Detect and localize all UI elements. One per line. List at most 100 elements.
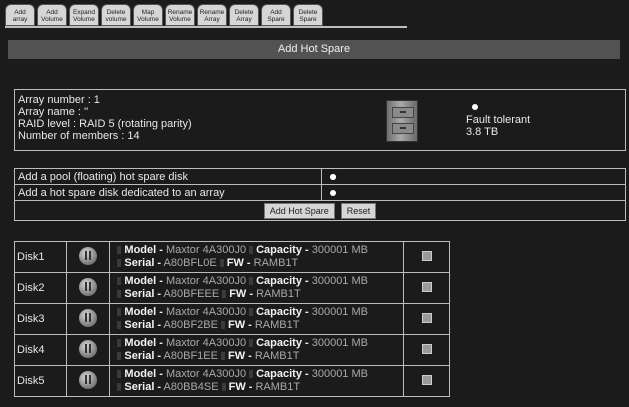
- disk-name: Disk4: [13, 334, 68, 366]
- fw-label: FW -: [227, 350, 252, 362]
- table-row: Disk3 Model - Maxtor 4A300J0 Capacity - 30…: [13, 303, 450, 335]
- disk-firmware: RAMB1T: [254, 319, 300, 331]
- dedicated-spare-label: Add a hot spare disk dedicated to an arr…: [14, 184, 322, 201]
- disk-firmware: RAMB1T: [253, 257, 299, 269]
- serial-label: Serial -: [124, 288, 162, 300]
- disk-capacity: 300001 MB: [311, 275, 368, 287]
- disk-serial: A80BFEEE: [163, 288, 220, 300]
- model-label: Model -: [124, 306, 163, 318]
- model-label: Model -: [124, 368, 163, 380]
- number-of-members: Number of members : 14: [18, 130, 140, 142]
- disk-serial: A80BFL0E: [163, 257, 217, 269]
- toolbar-tabs: Add array Add Volume Expand Volume Delet…: [5, 4, 325, 28]
- capacity-label: Capacity -: [256, 337, 309, 349]
- fw-label: FW -: [228, 381, 253, 393]
- pool-spare-radio-cell: [321, 168, 626, 185]
- disk-name: Disk5: [13, 365, 68, 397]
- cabinet-drawer: [392, 107, 414, 118]
- array-size: 3.8 TB: [466, 126, 499, 138]
- pool-spare-radio[interactable]: [330, 173, 336, 180]
- page-title: Add Hot Spare: [8, 40, 620, 59]
- serial-label: Serial -: [124, 319, 162, 331]
- disk-icon-cell: [66, 241, 111, 273]
- array-status-label: Fault tolerant: [466, 114, 531, 126]
- disk-info: Model - Maxtor 4A300J0 Capacity - 300001 …: [109, 303, 405, 335]
- tab-delete-spare[interactable]: Delete Spare: [293, 4, 323, 26]
- disk-name: Disk2: [13, 272, 68, 304]
- disk-model: Maxtor 4A300J0: [165, 306, 247, 318]
- capacity-label: Capacity -: [256, 368, 309, 380]
- tab-rename-volume[interactable]: Rename Volume: [165, 4, 195, 26]
- tab-add-volume[interactable]: Add Volume: [37, 4, 67, 26]
- disk-icon-cell: [66, 365, 111, 397]
- pool-spare-label: Add a pool (floating) hot spare disk: [14, 168, 322, 185]
- disk-model: Maxtor 4A300J0: [165, 368, 247, 380]
- serial-label: Serial -: [124, 350, 162, 362]
- dedicated-spare-radio[interactable]: [330, 189, 336, 196]
- disk-checkbox[interactable]: [421, 374, 432, 385]
- disk-select-cell: [403, 334, 450, 366]
- disk-firmware: RAMB1T: [256, 288, 301, 300]
- disk-capacity: 300001 MB: [311, 306, 368, 318]
- model-label: Model -: [124, 244, 163, 256]
- array-info-panel: Array number : 1 Array name : '' RAID le…: [14, 89, 626, 151]
- table-row: Disk5 Model - Maxtor 4A300J0 Capacity - 30…: [13, 365, 450, 397]
- capacity-label: Capacity -: [256, 244, 309, 256]
- disk-select-cell: [403, 272, 450, 304]
- hard-disk-icon: [79, 246, 98, 265]
- add-hot-spare-button[interactable]: Add Hot Spare: [263, 202, 335, 219]
- disk-info: Model - Maxtor 4A300J0 Capacity - 300001 …: [109, 272, 405, 304]
- disk-firmware: RAMB1T: [255, 381, 301, 393]
- disk-info: Model - Maxtor 4A300J0 Capacity - 300001 …: [109, 241, 405, 273]
- serial-label: Serial -: [124, 381, 162, 393]
- hard-disk-icon: [79, 277, 98, 296]
- cabinet-drawer: [392, 123, 414, 134]
- disk-checkbox[interactable]: [421, 250, 432, 261]
- disk-name: Disk1: [13, 241, 68, 273]
- tab-add-spare[interactable]: Add Spare: [261, 4, 291, 26]
- serial-label: Serial -: [124, 257, 162, 269]
- file-cabinet-icon: [386, 100, 418, 142]
- disk-model: Maxtor 4A300J0: [165, 337, 247, 349]
- tab-delete-volume[interactable]: Delete volume: [101, 4, 131, 26]
- disk-checkbox[interactable]: [421, 281, 432, 292]
- disk-icon-cell: [66, 303, 111, 335]
- disk-capacity: 300001 MB: [311, 337, 368, 349]
- disk-info: Model - Maxtor 4A300J0 Capacity - 300001 …: [109, 365, 405, 397]
- dedicated-spare-radio-cell: [321, 184, 626, 201]
- capacity-label: Capacity -: [256, 275, 309, 287]
- disk-checkbox[interactable]: [421, 343, 432, 354]
- tab-expand-volume[interactable]: Expand Volume: [69, 4, 99, 26]
- array-number: Array number : 1: [18, 94, 100, 106]
- tab-add-array[interactable]: Add array: [5, 4, 35, 26]
- raid-level: RAID level : RAID 5 (rotating parity): [18, 118, 192, 130]
- disk-firmware: RAMB1T: [254, 350, 300, 362]
- disk-capacity: 300001 MB: [311, 244, 368, 256]
- array-details: Array number : 1 Array name : '' RAID le…: [18, 94, 192, 142]
- disk-model: Maxtor 4A300J0: [165, 244, 247, 256]
- reset-button[interactable]: Reset: [340, 202, 377, 219]
- button-row: Add Hot Spare Reset: [14, 200, 626, 221]
- array-status: Fault tolerant 3.8 TB: [466, 114, 530, 138]
- tab-underline: [5, 26, 407, 28]
- hot-spare-options: Add a pool (floating) hot spare disk Add…: [14, 168, 626, 221]
- disk-table: Disk1 Model - Maxtor 4A300J0 Capacity - 30…: [13, 241, 450, 397]
- disk-checkbox[interactable]: [421, 312, 432, 323]
- disk-icon-cell: [66, 272, 111, 304]
- fw-label: FW -: [227, 319, 252, 331]
- disk-capacity: 300001 MB: [311, 368, 368, 380]
- capacity-label: Capacity -: [256, 306, 309, 318]
- tab-map-volume[interactable]: Map Volume: [133, 4, 163, 26]
- array-name: Array name : '': [18, 106, 89, 118]
- hard-disk-icon: [79, 339, 98, 358]
- table-row: Disk4 Model - Maxtor 4A300J0 Capacity - 30…: [13, 334, 450, 366]
- disk-serial: A80BF2BE: [163, 319, 218, 331]
- table-row: Disk2 Model - Maxtor 4A300J0 Capacity - 30…: [13, 272, 450, 304]
- tab-delete-array[interactable]: Delete Array: [229, 4, 259, 26]
- disk-icon-cell: [66, 334, 111, 366]
- disk-name: Disk3: [13, 303, 68, 335]
- disk-select-cell: [403, 303, 450, 335]
- disk-info: Model - Maxtor 4A300J0 Capacity - 300001 …: [109, 334, 405, 366]
- tab-rename-array[interactable]: Rename Array: [197, 4, 227, 26]
- model-label: Model -: [124, 337, 163, 349]
